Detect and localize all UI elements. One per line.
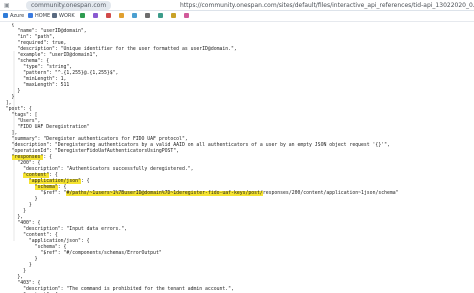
url-domain-chip[interactable]: community.onespan.com xyxy=(26,1,112,10)
bookmark-label: HOME xyxy=(35,13,51,19)
bookmark-favicon-icon xyxy=(184,13,189,18)
bookmarks-bar: Azure HOME WORK xyxy=(0,11,474,22)
search-highlight: "content" xyxy=(23,173,50,178)
bookmark-item[interactable] xyxy=(132,11,139,22)
url-text[interactable]: https://community.onespan.com/sites/defa… xyxy=(180,1,474,10)
search-highlight: "responses" xyxy=(11,155,44,160)
bookmark-item[interactable] xyxy=(184,11,191,22)
bookmark-item[interactable]: WORK xyxy=(52,11,75,22)
bookmark-favicon-icon xyxy=(3,13,8,18)
bookmark-favicon-icon xyxy=(52,13,57,18)
bookmark-item[interactable] xyxy=(119,11,126,22)
bookmark-item[interactable]: Azure xyxy=(3,11,24,22)
bookmark-item[interactable] xyxy=(171,11,178,22)
bookmark-label: Azure xyxy=(10,13,25,19)
search-highlight: "schema" xyxy=(34,185,58,190)
bookmark-item[interactable] xyxy=(158,11,165,22)
bookmark-item[interactable]: HOME xyxy=(28,11,50,22)
search-highlight: #/paths/~1users~1%7BuserID@domain%7D~1de… xyxy=(66,191,263,196)
bookmark-favicon-icon xyxy=(158,13,163,18)
tabs-icon[interactable]: ▣ xyxy=(4,1,10,10)
bookmark-item[interactable] xyxy=(80,11,87,22)
bookmark-favicon-icon xyxy=(28,13,33,18)
json-viewer: { "name": "userID@domain", "in": "path",… xyxy=(0,23,474,293)
bookmark-item[interactable] xyxy=(145,11,152,22)
bookmark-item[interactable] xyxy=(106,11,113,22)
search-highlight: "application/json" xyxy=(28,179,81,184)
address-bar[interactable]: ▣ community.onespan.com https://communit… xyxy=(0,0,474,11)
bookmark-favicon-icon xyxy=(80,13,85,18)
bookmark-favicon-icon xyxy=(145,13,150,18)
bookmark-favicon-icon xyxy=(132,13,137,18)
bookmark-item[interactable] xyxy=(93,11,100,22)
bookmark-favicon-icon xyxy=(93,13,98,18)
bookmark-favicon-icon xyxy=(119,13,124,18)
bookmark-favicon-icon xyxy=(171,13,176,18)
bookmark-label: WORK xyxy=(59,13,75,19)
bookmark-favicon-icon xyxy=(106,13,111,18)
